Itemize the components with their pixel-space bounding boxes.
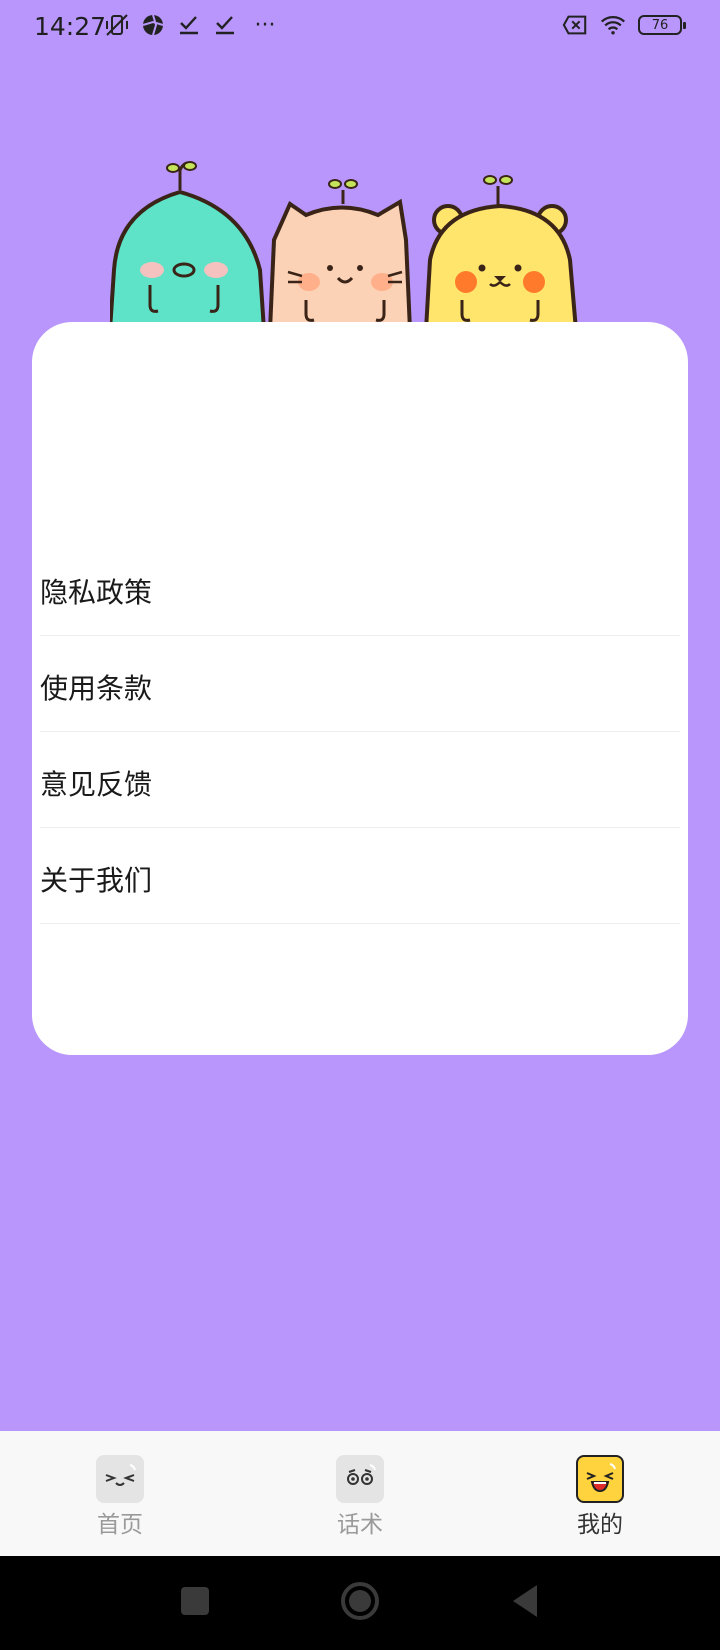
nav-tab-mine[interactable]: 我的 [480, 1431, 720, 1556]
menu-item-label: 关于我们 [40, 864, 153, 897]
squint-face-icon [96, 1455, 144, 1503]
menu-item-label: 使用条款 [40, 672, 153, 705]
bottom-nav: 首页 话术 我的 [0, 1431, 720, 1556]
aperture-icon [140, 12, 166, 38]
yellow-bear-mascot [423, 175, 579, 332]
status-icons-right: 76 [562, 12, 686, 38]
menu-item-feedback[interactable]: 意见反馈 [40, 735, 680, 831]
check-download-icon [176, 12, 202, 38]
mute-vibrate-icon [104, 12, 130, 38]
mascots-illustration [107, 160, 610, 332]
menu-divider [40, 731, 680, 732]
menu-divider [40, 923, 680, 924]
dizzy-face-icon [336, 1455, 384, 1503]
menu-item-terms-of-use[interactable]: 使用条款 [40, 639, 680, 735]
laughing-face-icon [576, 1455, 624, 1503]
check-download-icon [212, 12, 238, 38]
nav-tab-label: 话术 [337, 1512, 383, 1538]
menu-item-about-us[interactable]: 关于我们 [40, 831, 680, 927]
menu-divider [40, 827, 680, 828]
menu-item-label: 意见反馈 [40, 768, 153, 801]
menu-item-label: 隐私政策 [40, 576, 153, 609]
menu-item-privacy-policy[interactable]: 隐私政策 [40, 543, 680, 639]
battery-indicator: 76 [638, 15, 686, 35]
no-sim-icon [562, 12, 588, 38]
more-dots-icon: ··· [254, 12, 276, 38]
menu-divider [40, 635, 680, 636]
nav-tab-scripts[interactable]: 话术 [240, 1431, 480, 1556]
system-nav-bar [0, 1556, 720, 1650]
status-icons-left: ··· [104, 12, 282, 38]
status-bar: 14:27 ··· 76 [0, 0, 720, 56]
wifi-icon [600, 12, 626, 38]
peach-cat-mascot [267, 179, 413, 332]
nav-tab-label: 首页 [97, 1512, 143, 1538]
home-button[interactable] [335, 1576, 385, 1626]
status-time: 14:27 [34, 12, 107, 41]
recent-apps-button[interactable] [170, 1576, 220, 1626]
back-button[interactable] [500, 1576, 550, 1626]
nav-tab-home[interactable]: 首页 [0, 1431, 240, 1556]
green-fluffy-mascot [107, 161, 267, 332]
nav-tab-label: 我的 [577, 1512, 623, 1538]
